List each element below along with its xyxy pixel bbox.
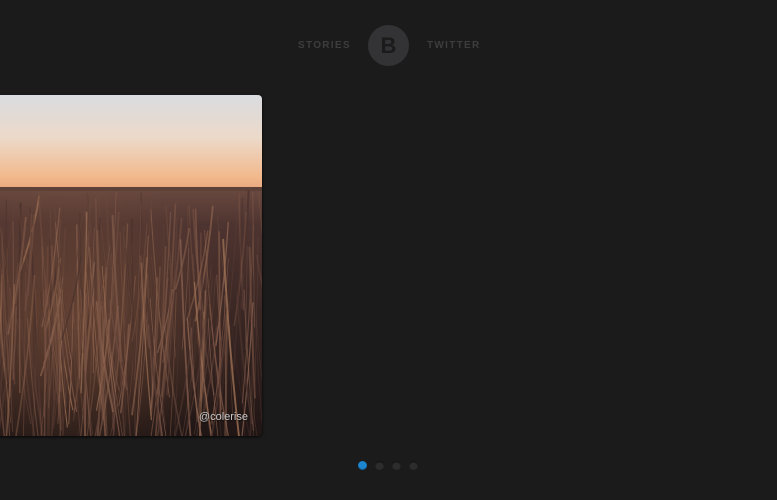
pagination-dot-4[interactable] [409, 461, 418, 470]
slide-photo-card[interactable]: @colerise [0, 95, 262, 436]
nav-link-twitter[interactable]: TWITTER [427, 40, 481, 52]
photo-credit: @colerise [198, 411, 248, 423]
wheat-field-image [0, 95, 262, 436]
pagination-dot-2[interactable] [375, 461, 384, 470]
pagination-dot-3[interactable] [392, 461, 401, 470]
top-navigation: STORIES B TWITTER [0, 25, 777, 67]
pagination-dot-1[interactable] [358, 461, 367, 470]
nav-link-stories[interactable]: STORIES [298, 40, 351, 52]
logo[interactable]: B [368, 25, 409, 66]
